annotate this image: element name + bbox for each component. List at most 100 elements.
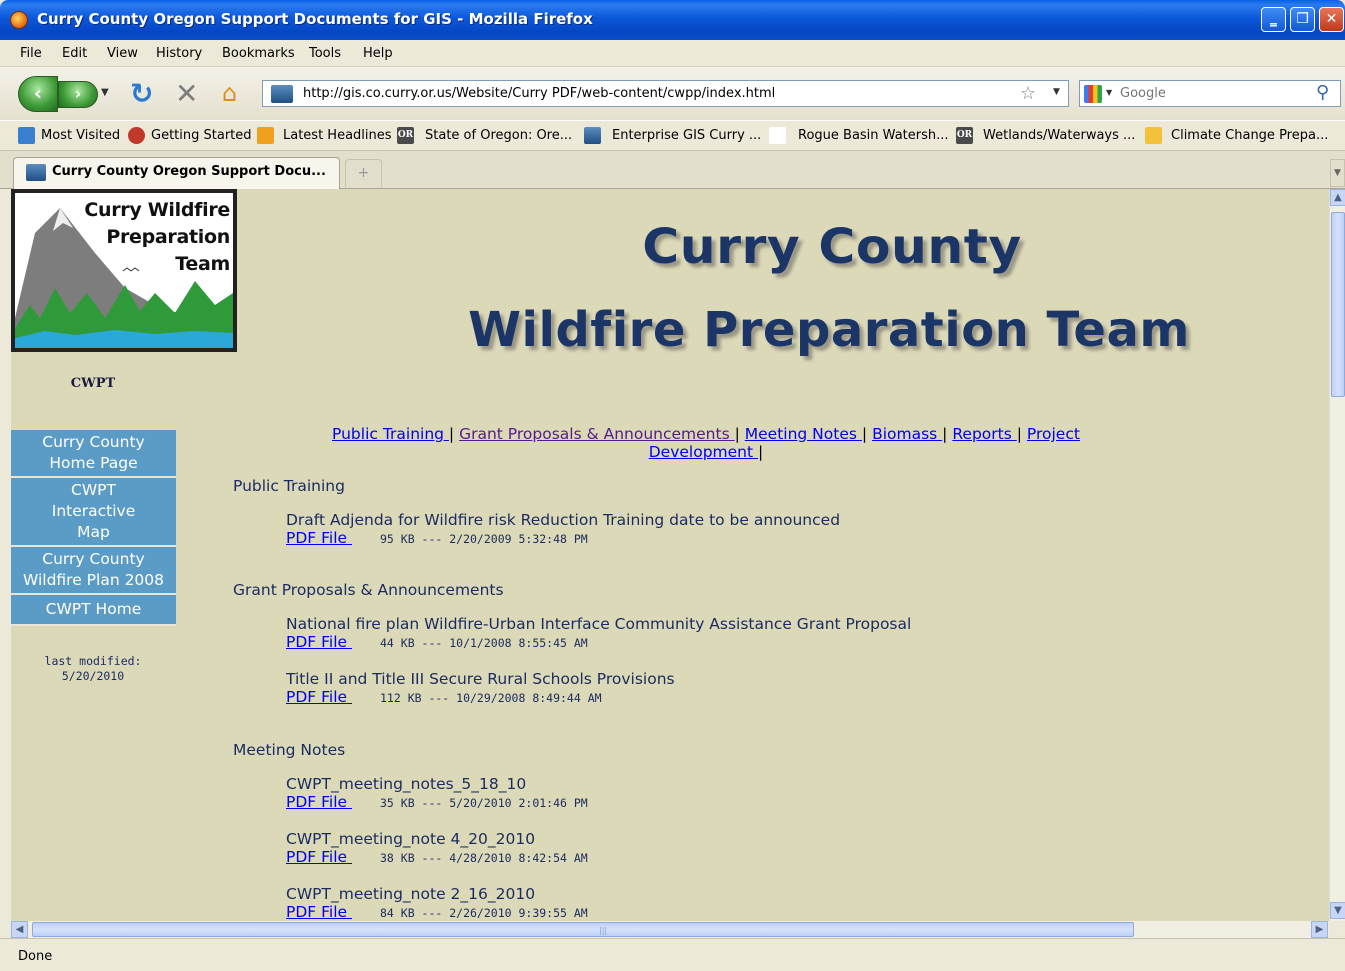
pdf-file-link[interactable]: PDF File	[286, 903, 352, 921]
section-title-public-training: Public Training	[233, 477, 345, 495]
menu-tools[interactable]: Tools	[309, 46, 341, 61]
tab-list-dropdown-icon[interactable]: ▼	[1330, 159, 1345, 187]
menu-view[interactable]: View	[107, 46, 138, 61]
window-title: Curry County Oregon Support Documents fo…	[37, 10, 593, 28]
tab-curry-county[interactable]: Curry County Oregon Support Docu...	[13, 157, 340, 189]
document-title: CWPT_meeting_note 2_16_2010	[286, 885, 536, 903]
bookmark-rogue-basin[interactable]: Rogue Basin Watersh...	[798, 128, 949, 143]
pdf-file-link[interactable]: PDF File	[286, 688, 352, 706]
page-content: Curry Wildfire Preparation Team CWPT Cur…	[11, 189, 1329, 921]
pdf-file-link[interactable]: PDF File	[286, 529, 352, 547]
document-title: National fire plan Wildfire-Urban Interf…	[286, 615, 912, 633]
most-visited-icon	[18, 127, 35, 144]
blank-icon	[769, 127, 786, 144]
document-meta: 44 KB --- 10/1/2008 8:55:45 AM	[380, 636, 588, 650]
horizontal-scroll-thumb[interactable]: |||	[32, 922, 1134, 937]
url-dropdown-icon[interactable]: ▼	[1053, 87, 1060, 97]
history-dropdown-icon[interactable]: ▼	[101, 87, 109, 98]
bookmark-state-of-oregon[interactable]: State of Oregon: Ore...	[425, 128, 572, 143]
menu-file[interactable]: File	[20, 46, 42, 61]
window-title-bar[interactable]: Curry County Oregon Support Documents fo…	[0, 0, 1345, 40]
bookmark-climate-change[interactable]: Climate Change Prepa...	[1171, 128, 1328, 143]
scroll-left-icon[interactable]: ◀	[11, 921, 28, 938]
menu-history[interactable]: History	[156, 46, 202, 61]
menu-bookmarks[interactable]: Bookmarks	[222, 46, 295, 61]
document-item: CWPT_meeting_note 4_20_2010 PDF File 38 …	[286, 830, 588, 866]
window-frame	[0, 189, 11, 938]
menu-help[interactable]: Help	[363, 46, 393, 61]
separator: |	[448, 425, 455, 443]
logo-text: Curry Wildfire Preparation Team	[84, 197, 230, 278]
minimize-button[interactable]: ‗	[1261, 7, 1286, 32]
back-button[interactable]: ‹	[18, 76, 58, 112]
maximize-icon: ❐	[1296, 11, 1309, 27]
close-button[interactable]: ✕	[1319, 7, 1344, 32]
pdf-file-link[interactable]: PDF File	[286, 633, 352, 651]
search-engine-dropdown-icon[interactable]: ▼	[1106, 88, 1112, 97]
link-grant-proposals[interactable]: Grant Proposals & Announcements	[459, 425, 735, 443]
separator: |	[734, 425, 740, 443]
bookmark-enterprise-gis[interactable]: Enterprise GIS Curry ...	[612, 128, 761, 143]
site-favicon-icon	[271, 85, 293, 103]
document-meta: 84 KB --- 2/26/2010 9:39:55 AM	[380, 906, 588, 920]
bookmark-getting-started[interactable]: Getting Started	[151, 128, 252, 143]
document-meta: 112 KB --- 10/29/2008 8:49:44 AM	[380, 691, 602, 705]
link-meeting-notes[interactable]: Meeting Notes	[745, 425, 862, 443]
forward-button[interactable]: ›	[58, 81, 98, 108]
bookmarks-toolbar: Most Visited Getting Started Latest Head…	[0, 120, 1345, 151]
nav-cwpt-home[interactable]: CWPT Home	[11, 595, 176, 626]
bookmark-most-visited[interactable]: Most Visited	[41, 128, 120, 143]
logo-line-3: Team	[175, 253, 230, 275]
document-title: Draft Adjenda for Wildfire risk Reductio…	[286, 511, 841, 529]
tab-label: Curry County Oregon Support Docu...	[52, 164, 326, 179]
pdf-file-link[interactable]: PDF File	[286, 793, 352, 811]
nav-curry-county-home[interactable]: Curry County Home Page	[11, 430, 176, 478]
last-modified-date: 5/20/2010	[61, 669, 125, 683]
bookmark-latest-headlines[interactable]: Latest Headlines	[283, 128, 392, 143]
search-input[interactable]	[1120, 84, 1310, 103]
bookmark-star-icon[interactable]: ☆	[1020, 83, 1036, 104]
document-item: CWPT_meeting_note 2_16_2010 PDF File 84 …	[286, 885, 588, 921]
document-item: CWPT_meeting_notes_5_18_10 PDF File 35 K…	[286, 775, 588, 811]
link-public-training[interactable]: Public Training	[332, 425, 449, 443]
status-text: Done	[18, 949, 53, 964]
firefox-icon	[128, 127, 145, 144]
search-icon[interactable]: ⚲	[1316, 82, 1329, 103]
reload-icon[interactable]: ↻	[130, 77, 153, 110]
nav-wildfire-plan-2008[interactable]: Curry County Wildfire Plan 2008	[11, 547, 176, 595]
scroll-right-icon[interactable]: ▶	[1311, 921, 1328, 938]
nav-cwpt-interactive-map[interactable]: CWPT Interactive Map	[11, 478, 176, 547]
menu-bar: File Edit View History Bookmarks Tools H…	[0, 40, 1345, 67]
section-links: Public Training | Grant Proposals & Anno…	[281, 425, 1131, 461]
menu-edit[interactable]: Edit	[62, 46, 87, 61]
minimize-icon: ‗	[1270, 11, 1277, 27]
vertical-scrollbar[interactable]: ▲ ▼	[1329, 189, 1345, 921]
cwpt-logo: Curry Wildfire Preparation Team	[11, 189, 237, 352]
bookmark-wetlands[interactable]: Wetlands/Waterways ...	[983, 128, 1135, 143]
maximize-button[interactable]: ❐	[1290, 7, 1315, 32]
link-biomass[interactable]: Biomass	[872, 425, 942, 443]
search-engine-icon[interactable]	[1084, 85, 1102, 103]
vertical-scroll-thumb[interactable]	[1331, 212, 1345, 397]
stop-icon[interactable]: ✕	[175, 77, 198, 110]
url-text[interactable]: http://gis.co.curry.or.us/Website/Curry …	[303, 86, 775, 101]
page-heading-line-2: Wildfire Preparation Team	[468, 302, 1190, 358]
logo-line-2: Preparation	[106, 226, 230, 248]
document-meta: 38 KB --- 4/28/2010 8:42:54 AM	[380, 851, 588, 865]
logo-line-1: Curry Wildfire	[84, 199, 230, 221]
separator: |	[942, 425, 948, 443]
oregon-icon: OR	[956, 127, 973, 144]
link-reports[interactable]: Reports	[952, 425, 1016, 443]
status-bar: Done	[0, 938, 1345, 971]
search-bar[interactable]: ▼ ⚲	[1079, 80, 1341, 107]
horizontal-scrollbar[interactable]: ◀ ||| ▶	[11, 921, 1329, 938]
url-bar[interactable]: http://gis.co.curry.or.us/Website/Curry …	[262, 80, 1069, 107]
scroll-up-icon[interactable]: ▲	[1330, 189, 1345, 206]
rss-icon	[257, 127, 274, 144]
new-tab-button[interactable]: +	[345, 159, 382, 187]
pdf-file-link[interactable]: PDF File	[286, 848, 352, 866]
last-modified-label: last modified:	[44, 654, 142, 668]
home-icon[interactable]: ⌂	[222, 79, 237, 107]
scroll-down-icon[interactable]: ▼	[1330, 902, 1345, 919]
section-title-grant-proposals: Grant Proposals & Announcements	[233, 581, 504, 599]
